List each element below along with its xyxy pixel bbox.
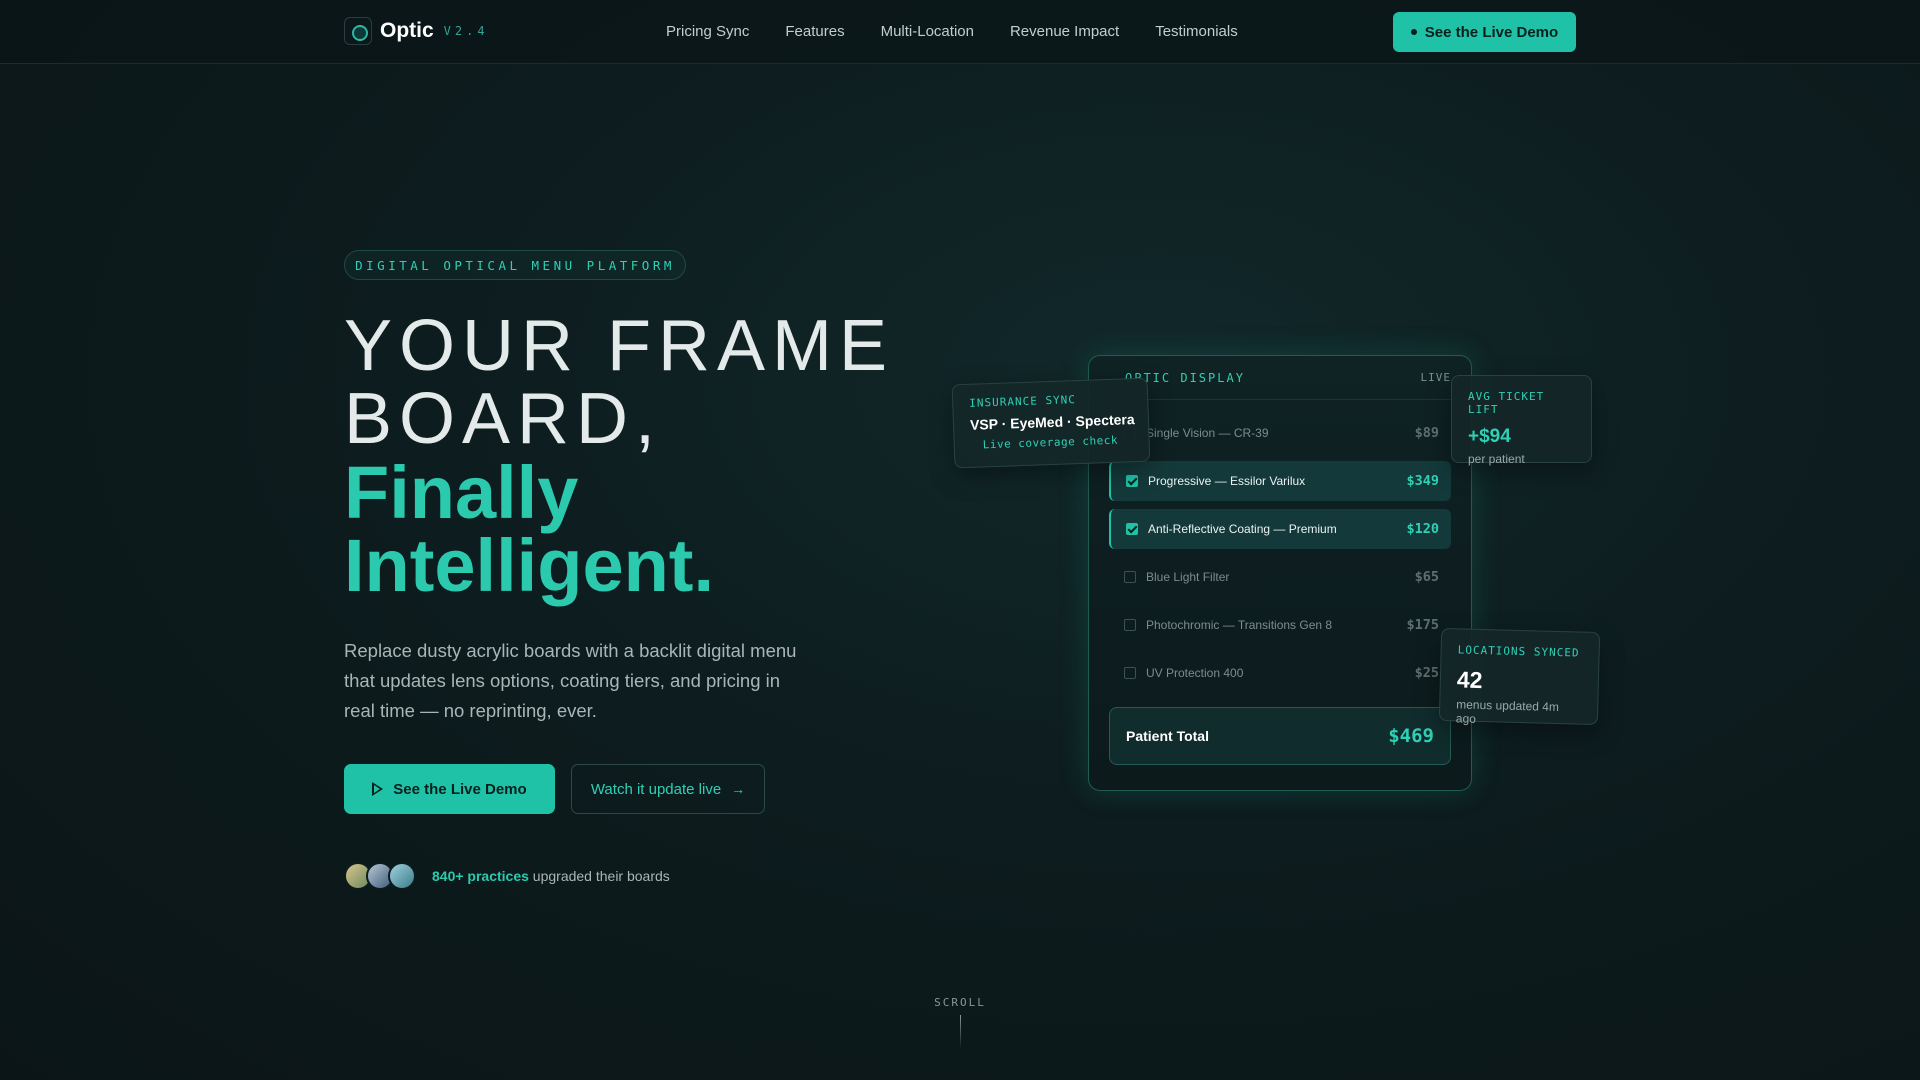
insurance-sync-label: INSURANCE SYNC — [969, 393, 1077, 410]
lens-option-row[interactable]: Blue Light Filter $65 — [1109, 557, 1451, 597]
headline-accent-1: Finally — [344, 451, 579, 534]
nav-link-testimonials[interactable]: Testimonials — [1155, 23, 1238, 40]
nav-link-multi-location[interactable]: Multi-Location — [881, 23, 974, 40]
locations-synced-label: LOCATIONS SYNCED — [1457, 643, 1580, 660]
headline-line-2: BOARD, — [344, 379, 663, 459]
scroll-label: SCROLL — [934, 996, 986, 1009]
hero-subtitle: Replace dusty acrylic boards with a back… — [344, 640, 797, 721]
ticket-lift-sub: per patient — [1468, 452, 1525, 466]
social-proof-text: 840+ practices upgraded their boards — [432, 868, 670, 884]
ticket-lift-value: +$94 — [1468, 426, 1511, 447]
checkbox[interactable] — [1124, 667, 1136, 679]
headline-line-1: YOUR FRAME — [344, 306, 895, 386]
avatar — [388, 862, 416, 890]
lens-option-row[interactable]: Single Vision — CR-39 $89 — [1109, 413, 1451, 453]
watch-update-label: Watch it update live — [590, 780, 722, 798]
hero-badge-label: DIGITAL OPTICAL MENU PLATFORM — [355, 257, 675, 273]
nav-link-revenue-impact[interactable]: Revenue Impact — [1010, 23, 1119, 40]
insurance-sync-chip: INSURANCE SYNC VSP · EyeMed · Spectera L… — [951, 377, 1151, 469]
lens-option-row[interactable]: Photochromic — Transitions Gen 8 $175 — [1109, 605, 1451, 645]
lens-option-price: $25 — [1414, 665, 1439, 681]
lens-option-price: $120 — [1406, 521, 1439, 537]
nav-link-pricing-sync[interactable]: Pricing Sync — [666, 23, 749, 40]
locations-synced-chip: LOCATIONS SYNCED 42 menus updated 4m ago — [1438, 627, 1601, 726]
header-demo-button[interactable]: See the Live Demo — [1393, 12, 1576, 52]
ticket-lift-label: AVG TICKET LIFT — [1468, 390, 1545, 416]
nav-link-features[interactable]: Features — [785, 23, 844, 40]
brand-logo[interactable]: Optic V2.4 — [344, 17, 489, 45]
main-nav: Pricing Sync Features Multi-Location Rev… — [666, 23, 1238, 40]
social-proof-suffix: upgraded their boards — [532, 868, 670, 884]
eye-logo-icon — [344, 17, 372, 45]
lens-option-price: $349 — [1406, 473, 1439, 489]
lens-option-price: $89 — [1414, 425, 1439, 441]
live-demo-label: See the Live Demo — [393, 780, 527, 798]
scroll-indicator[interactable]: SCROLL — [934, 993, 986, 1049]
live-status: LIVE — [1420, 371, 1451, 384]
checkbox[interactable] — [1126, 475, 1138, 487]
hero-headline: YOUR FRAME BOARD, Finally Intelligent. — [344, 306, 964, 607]
ticket-lift-chip: AVG TICKET LIFT +$94 per patient — [1451, 375, 1592, 466]
patient-total: Patient Total $469 — [1109, 707, 1451, 765]
scroll-line — [960, 1015, 961, 1049]
headline-accent-2: Intelligent. — [344, 524, 714, 607]
dot-icon — [1410, 29, 1417, 35]
patient-total-value: $469 — [1388, 725, 1434, 747]
lens-option-price: $65 — [1414, 569, 1439, 585]
patient-total-label: Patient Total — [1126, 728, 1209, 744]
site-header: Optic V2.4 Pricing Sync Features Multi-L… — [0, 0, 1920, 64]
avatar-group — [344, 862, 416, 890]
lens-option-label: Anti-Reflective Coating — Premium — [1148, 522, 1337, 536]
checkbox[interactable] — [1124, 571, 1136, 583]
lens-option-label: Photochromic — Transitions Gen 8 — [1146, 618, 1333, 632]
lens-option-label: Blue Light Filter — [1146, 570, 1230, 584]
live-demo-button[interactable]: See the Live Demo — [344, 764, 555, 814]
coverage-check-note: Live coverage check — [982, 433, 1119, 452]
lens-option-row[interactable]: Progressive — Essilor Varilux $349 — [1109, 461, 1451, 501]
lens-option-label: UV Protection 400 — [1146, 666, 1244, 680]
checkbox[interactable] — [1124, 619, 1136, 631]
lens-option-row[interactable]: UV Protection 400 $25 — [1109, 653, 1451, 693]
arrow-right-icon: → — [731, 781, 746, 797]
play-icon — [372, 782, 384, 796]
watch-update-button[interactable]: Watch it update live → — [571, 764, 765, 814]
social-proof: 840+ practices upgraded their boards — [344, 862, 670, 890]
lens-option-row[interactable]: Anti-Reflective Coating — Premium $120 — [1109, 509, 1451, 549]
hero-badge: DIGITAL OPTICAL MENU PLATFORM — [344, 250, 686, 280]
locations-synced-value: 42 — [1456, 666, 1483, 694]
brand-version: V2.4 — [443, 24, 489, 38]
checkbox[interactable] — [1126, 523, 1138, 535]
brand-name: Optic — [380, 19, 434, 42]
lens-option-label: Single Vision — CR-39 — [1146, 426, 1269, 440]
practice-count: 840+ practices — [432, 868, 529, 884]
lens-option-price: $175 — [1406, 617, 1439, 633]
insurance-carriers: VSP · EyeMed · Spectera — [969, 411, 1135, 433]
lens-option-label: Progressive — Essilor Varilux — [1148, 474, 1306, 488]
header-demo-label: See the Live Demo — [1424, 23, 1559, 41]
locations-synced-sub: menus updated 4m ago — [1455, 697, 1560, 726]
